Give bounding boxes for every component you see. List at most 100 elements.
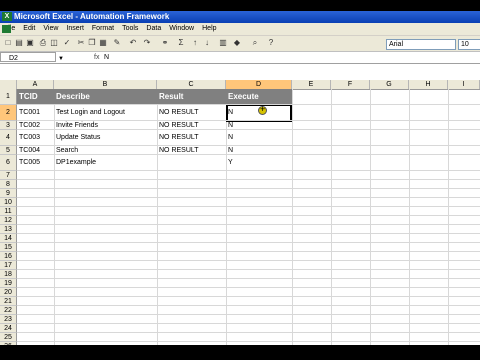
header-execute[interactable]: Execute: [226, 89, 292, 105]
row-header-1[interactable]: 1: [0, 89, 17, 105]
open-icon[interactable]: ▤: [14, 38, 24, 48]
select-all-corner[interactable]: [0, 80, 17, 89]
row-header-6[interactable]: 6: [0, 155, 17, 171]
row-header-13[interactable]: 13: [0, 225, 17, 234]
cell-d5[interactable]: N: [226, 146, 292, 155]
row-header-9[interactable]: 9: [0, 189, 17, 198]
autosum-icon[interactable]: Σ: [176, 38, 186, 48]
row-header-20[interactable]: 20: [0, 288, 17, 297]
font-size-box[interactable]: 10: [458, 39, 480, 50]
column-header-d[interactable]: D: [226, 80, 292, 89]
row-header-17[interactable]: 17: [0, 261, 17, 270]
menu-tools[interactable]: Tools: [118, 23, 142, 35]
row-header-19[interactable]: 19: [0, 279, 17, 288]
print-icon[interactable]: ⎙: [38, 38, 48, 48]
cell-d6[interactable]: Y: [226, 155, 292, 171]
hyperlink-icon[interactable]: ⚭: [160, 38, 170, 48]
row-header-3[interactable]: 3: [0, 121, 17, 130]
cell-b6[interactable]: DP1example: [54, 155, 157, 171]
row-header-18[interactable]: 18: [0, 270, 17, 279]
menu-format[interactable]: Format: [88, 23, 118, 35]
redo-icon[interactable]: ↷: [142, 38, 152, 48]
row-header-14[interactable]: 14: [0, 234, 17, 243]
header-result[interactable]: Result: [157, 89, 226, 105]
column-header-b[interactable]: B: [54, 80, 157, 89]
row-header-7[interactable]: 7: [0, 171, 17, 180]
row-header-22[interactable]: 22: [0, 306, 17, 315]
preview-icon[interactable]: ◫: [49, 38, 59, 48]
column-header-i[interactable]: I: [448, 80, 480, 89]
sort-desc-icon[interactable]: ↓: [202, 38, 212, 48]
column-header-g[interactable]: G: [370, 80, 409, 89]
cell-a3[interactable]: TC002: [17, 121, 54, 130]
column-header-a[interactable]: A: [17, 80, 54, 89]
menu-insert[interactable]: Insert: [62, 23, 88, 35]
cell-b3[interactable]: Invite Friends: [54, 121, 157, 130]
spelling-icon[interactable]: ✓: [62, 38, 72, 48]
formula-bar: D2 ▼ fx N: [0, 52, 480, 64]
row-header-26[interactable]: 26: [0, 342, 17, 345]
row-header-24[interactable]: 24: [0, 324, 17, 333]
chart-wizard-icon[interactable]: ▥: [218, 38, 228, 48]
row-header-15[interactable]: 15: [0, 243, 17, 252]
name-box[interactable]: D2: [0, 52, 56, 62]
row-header-12[interactable]: 12: [0, 216, 17, 225]
column-header-h[interactable]: H: [409, 80, 448, 89]
cell-c3[interactable]: NO RESULT: [157, 121, 226, 130]
row-header-8[interactable]: 8: [0, 180, 17, 189]
row-header-4[interactable]: 4: [0, 130, 17, 146]
header-describe[interactable]: Describe: [54, 89, 157, 105]
menu-view[interactable]: View: [39, 23, 62, 35]
font-name-box[interactable]: Arial: [386, 39, 456, 50]
menu-data[interactable]: Data: [142, 23, 165, 35]
window-title: Microsoft Excel - Automation Framework: [14, 12, 170, 21]
cell-b5[interactable]: Search: [54, 146, 157, 155]
format-painter-icon[interactable]: ✎: [112, 38, 122, 48]
row-header-11[interactable]: 11: [0, 207, 17, 216]
paste-icon[interactable]: ▦: [98, 38, 108, 48]
cell-d4[interactable]: N: [226, 130, 292, 146]
menu-edit[interactable]: Edit: [19, 23, 39, 35]
column-header-f[interactable]: F: [331, 80, 370, 89]
cell-c4[interactable]: NO RESULT: [157, 130, 226, 146]
mouse-cursor-icon: [258, 104, 267, 115]
cell-a2[interactable]: TC001: [17, 105, 54, 121]
save-icon[interactable]: ▣: [25, 38, 35, 48]
formula-input[interactable]: N: [104, 52, 109, 63]
cell-c6[interactable]: [157, 155, 226, 171]
cell-a5[interactable]: TC004: [17, 146, 54, 155]
cell-c5[interactable]: NO RESULT: [157, 146, 226, 155]
workbook-icon[interactable]: [2, 25, 11, 33]
copy-icon[interactable]: ❐: [87, 38, 97, 48]
sort-asc-icon[interactable]: ↑: [190, 38, 200, 48]
row-header-10[interactable]: 10: [0, 198, 17, 207]
row-header-5[interactable]: 5: [0, 146, 17, 155]
excel-logo-icon: X: [2, 12, 12, 21]
drawing-icon[interactable]: ◆: [232, 38, 242, 48]
new-icon[interactable]: □: [3, 38, 13, 48]
cell-b4[interactable]: Update Status: [54, 130, 157, 146]
row-header-2[interactable]: 2: [0, 105, 17, 121]
column-header-c[interactable]: C: [157, 80, 226, 89]
undo-icon[interactable]: ↶: [128, 38, 138, 48]
cut-icon[interactable]: ✂: [76, 38, 86, 48]
cell-b2[interactable]: Test Login and Logout: [54, 105, 157, 121]
excel-window: X Microsoft Excel - Automation Framework …: [0, 11, 480, 345]
cell-a4[interactable]: TC003: [17, 130, 54, 146]
column-header-e[interactable]: E: [292, 80, 331, 89]
cell-d3[interactable]: N: [226, 121, 292, 130]
help-icon[interactable]: ?: [266, 38, 276, 48]
worksheet-grid[interactable]: A B C D E F G H I TCID Describe Result E…: [0, 64, 480, 345]
row-header-21[interactable]: 21: [0, 297, 17, 306]
menu-window[interactable]: Window: [165, 23, 198, 35]
cell-a6[interactable]: TC005: [17, 155, 54, 171]
row-header-25[interactable]: 25: [0, 333, 17, 342]
menu-bar: FileEditViewInsertFormatToolsDataWindowH…: [0, 23, 480, 36]
row-header-16[interactable]: 16: [0, 252, 17, 261]
fx-label[interactable]: fx: [94, 52, 99, 63]
row-header-23[interactable]: 23: [0, 315, 17, 324]
zoom-icon[interactable]: ⌕: [250, 38, 260, 48]
menu-help[interactable]: Help: [198, 23, 220, 35]
header-tcid[interactable]: TCID: [17, 89, 54, 105]
cell-c2[interactable]: NO RESULT: [157, 105, 226, 121]
